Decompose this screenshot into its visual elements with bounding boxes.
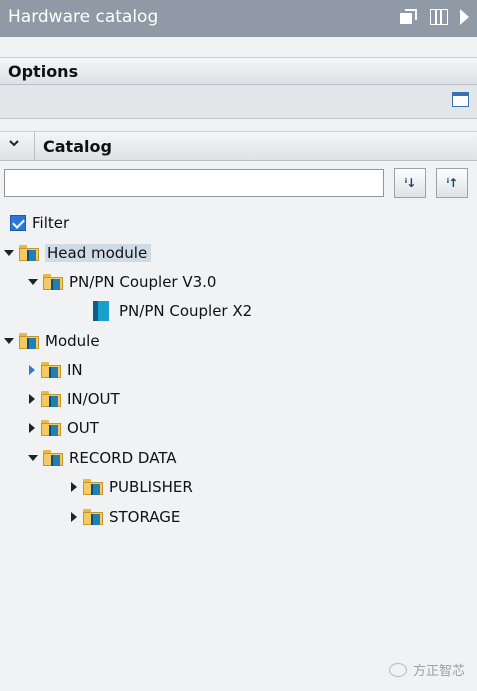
sort-ascending-icon: ⁱ↑: [446, 176, 459, 190]
expand-arrow-icon[interactable]: [28, 455, 38, 461]
folder-module-icon: [83, 478, 105, 496]
tree-item-label: RECORD DATA: [69, 449, 177, 467]
watermark: 方正智芯: [388, 660, 465, 679]
watermark-text: 方正智芯: [412, 664, 465, 679]
tree-item-label: Head module: [45, 244, 152, 262]
tree-item-publisher[interactable]: PUBLISHER: [71, 475, 193, 499]
tree-item-in[interactable]: IN: [29, 358, 83, 382]
window-title: Hardware catalog: [8, 7, 159, 27]
title-bar: Hardware catalog: [0, 0, 477, 37]
chevron-down-icon[interactable]: [9, 138, 19, 148]
folder-module-icon: [43, 449, 65, 467]
expand-arrow-icon[interactable]: [29, 365, 35, 375]
tree-item-label: IN/OUT: [67, 390, 120, 408]
options-header[interactable]: Options: [0, 57, 477, 85]
expand-arrow-icon[interactable]: [29, 423, 35, 433]
tree-item-label: Module: [45, 332, 100, 350]
tree-item-inout[interactable]: IN/OUT: [29, 387, 120, 411]
float-window-icon[interactable]: [400, 9, 418, 25]
filter-option[interactable]: Filter: [10, 213, 69, 233]
tree-item-label: PN/PN Coupler X2: [119, 302, 253, 320]
tree-item-head-module[interactable]: Head module: [4, 241, 152, 265]
expand-arrow-icon[interactable]: [4, 338, 14, 344]
split-view-icon[interactable]: [430, 9, 448, 25]
filter-label: Filter: [32, 214, 70, 232]
folder-module-icon: [41, 361, 63, 379]
expand-arrow-icon[interactable]: [71, 482, 77, 492]
expand-arrow-icon[interactable]: [4, 250, 14, 256]
tree-item-label: PN/PN Coupler V3.0: [69, 273, 217, 291]
options-label: Options: [8, 62, 79, 81]
sort-descending-icon: ⁱ↓: [404, 176, 417, 190]
tree-item-pnpn-coupler-v3[interactable]: PN/PN Coupler V3.0: [28, 270, 216, 294]
options-bar: [0, 85, 477, 119]
folder-module-icon: [43, 273, 65, 291]
tree-item-label: IN: [67, 361, 83, 379]
catalog-label: Catalog: [43, 137, 112, 156]
sort-descending-button[interactable]: ⁱ↓: [394, 168, 426, 198]
tree-item-out[interactable]: OUT: [29, 416, 99, 440]
tree-item-label: PUBLISHER: [109, 478, 193, 496]
sort-ascending-button[interactable]: ⁱ↑: [436, 168, 468, 198]
catalog-search-input[interactable]: [4, 169, 384, 197]
tree-item-storage[interactable]: STORAGE: [71, 505, 180, 529]
expand-arrow-icon[interactable]: [71, 512, 77, 522]
folder-module-icon: [19, 244, 41, 262]
expand-arrow-icon[interactable]: [29, 394, 35, 404]
device-module-icon: [91, 301, 111, 321]
expand-arrow-icon[interactable]: [28, 279, 38, 285]
folder-module-icon: [41, 390, 63, 408]
panel-layout-icon[interactable]: [452, 92, 469, 107]
tree-item-pnpn-coupler-x2[interactable]: PN/PN Coupler X2: [91, 299, 252, 323]
tree-item-record-data[interactable]: RECORD DATA: [28, 446, 177, 470]
tree-item-label: OUT: [67, 419, 99, 437]
folder-module-icon: [41, 419, 63, 437]
collapse-arrow-icon[interactable]: [460, 9, 469, 25]
folder-module-icon: [83, 508, 105, 526]
tree-item-label: STORAGE: [109, 508, 181, 526]
folder-module-icon: [19, 332, 41, 350]
catalog-header[interactable]: Catalog: [0, 131, 477, 161]
header-divider: [34, 132, 35, 160]
wechat-icon: [388, 662, 407, 677]
tree-item-module[interactable]: Module: [4, 329, 100, 353]
filter-checkbox[interactable]: [10, 215, 26, 231]
